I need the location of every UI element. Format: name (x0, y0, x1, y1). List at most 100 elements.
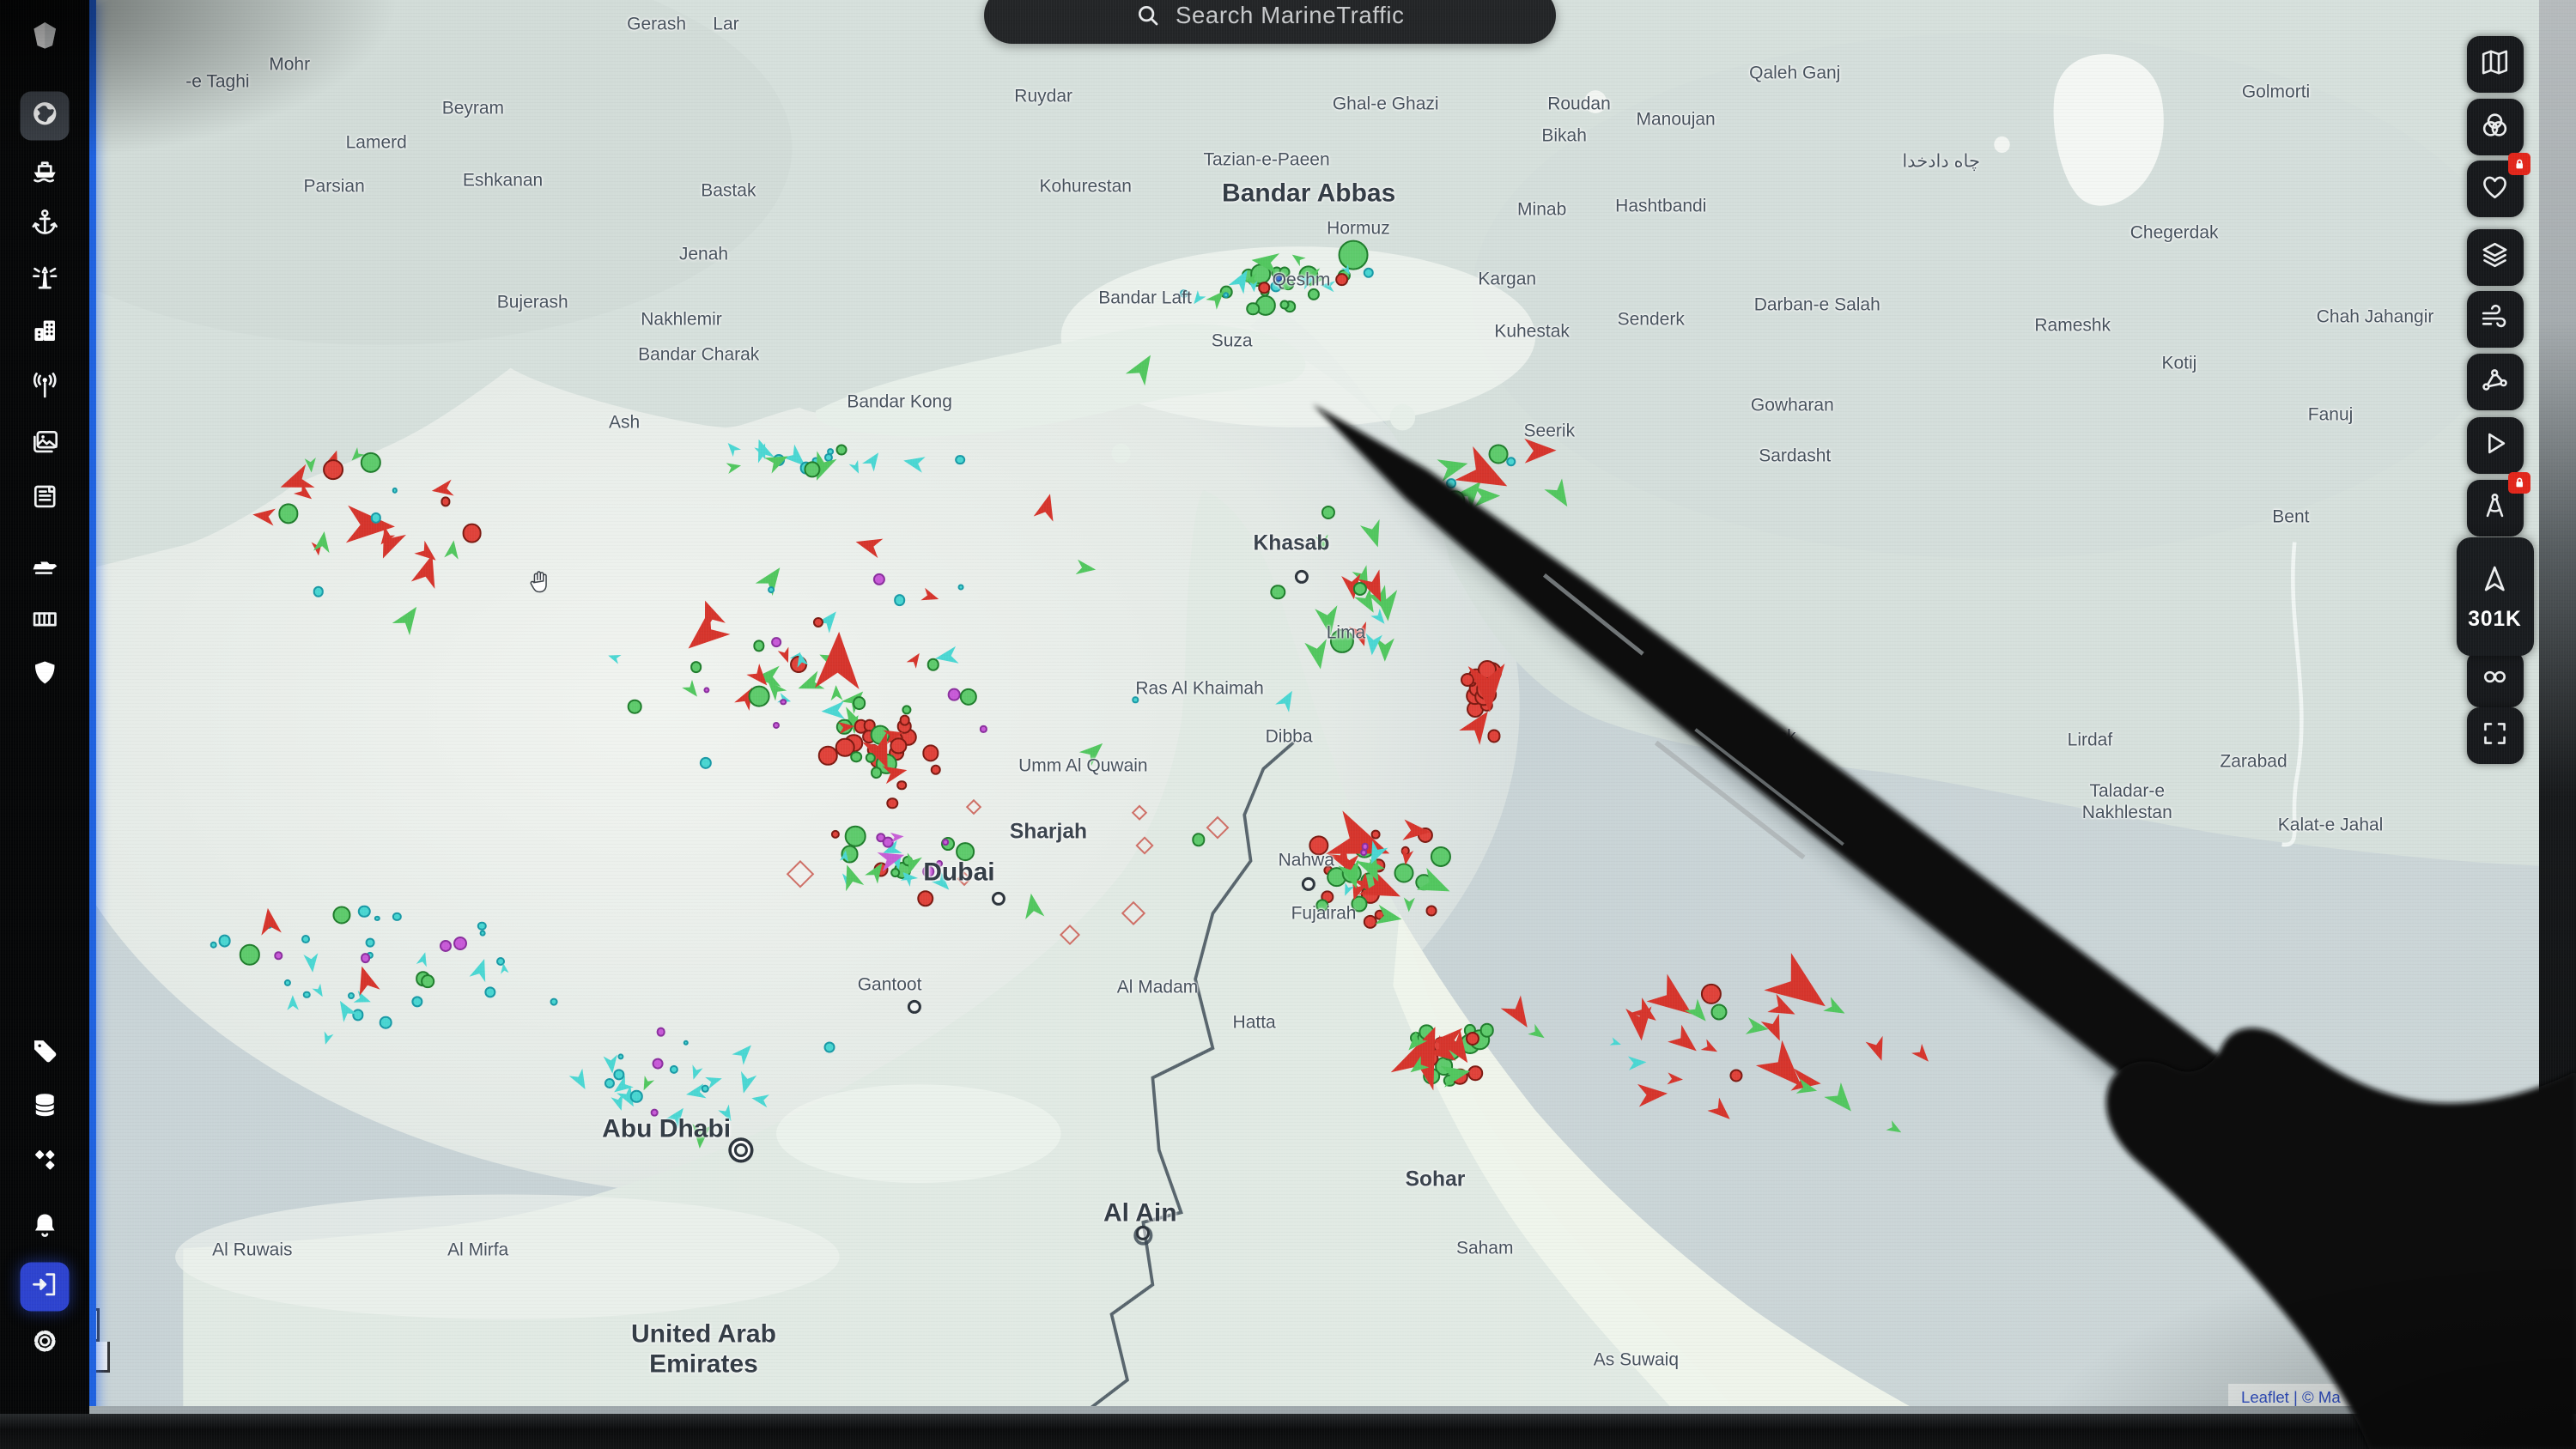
vessel-marker[interactable] (1646, 973, 1704, 1029)
vessel-marker[interactable] (1033, 491, 1061, 522)
vessel-marker[interactable] (358, 906, 370, 918)
vessel-marker[interactable] (936, 860, 943, 867)
sidebar-item-tags[interactable] (20, 1029, 69, 1078)
vessel-marker[interactable] (607, 651, 623, 664)
vessel-marker[interactable] (304, 458, 318, 473)
vessel-marker[interactable] (683, 1040, 689, 1046)
attribution-text[interactable]: Leaflet | © Ma (2241, 1388, 2341, 1407)
vessel-marker[interactable] (1700, 1039, 1720, 1058)
vessel-marker[interactable] (252, 506, 276, 527)
sidebar-item-notifications[interactable] (20, 1203, 69, 1252)
vessel-marker[interactable] (1271, 585, 1285, 599)
vessel-marker[interactable] (484, 986, 495, 997)
vessel-marker[interactable] (1280, 300, 1290, 310)
vessel-marker[interactable] (218, 935, 231, 948)
vessel-marker[interactable] (240, 944, 260, 965)
vessel-marker[interactable] (958, 585, 964, 591)
vessel-marker[interactable] (1330, 629, 1354, 653)
sidebar-item-news[interactable] (20, 474, 69, 523)
vessel-marker[interactable] (1506, 457, 1516, 466)
sidebar-item-data[interactable] (20, 1082, 69, 1131)
vessel-marker[interactable] (1321, 506, 1335, 519)
vessel-marker[interactable] (726, 459, 742, 474)
vessel-marker[interactable] (780, 699, 787, 706)
vessel-marker[interactable] (853, 697, 866, 711)
vessel-marker[interactable] (922, 745, 939, 761)
vessel-marker[interactable] (894, 594, 906, 606)
vessel-marker[interactable] (917, 890, 933, 906)
vessel-marker[interactable] (283, 979, 290, 986)
vessel-marker[interactable] (890, 830, 905, 842)
toolbar-layers-button[interactable] (2467, 229, 2524, 286)
vessel-marker[interactable] (1133, 697, 1139, 703)
toolbar-measure-button[interactable] (2467, 480, 2524, 537)
vessel-marker[interactable] (1060, 925, 1080, 945)
vessel-marker[interactable] (700, 757, 712, 769)
vessel-marker[interactable] (440, 497, 450, 506)
sidebar-item-port-calls[interactable] (20, 543, 69, 591)
vessel-marker[interactable] (1180, 289, 1188, 298)
vessel-marker[interactable] (1289, 250, 1306, 266)
vessel-marker[interactable] (681, 679, 702, 700)
vessel-marker[interactable] (1489, 444, 1509, 464)
vessel-marker[interactable] (374, 916, 380, 921)
vessel-marker[interactable] (890, 738, 907, 755)
sidebar-item-integrations[interactable] (20, 1137, 69, 1186)
vessel-marker[interactable] (1637, 1081, 1668, 1107)
vessel-marker[interactable] (821, 700, 845, 721)
vessel-marker[interactable] (717, 1104, 737, 1125)
vessel-marker[interactable] (1362, 843, 1370, 851)
sidebar-item-ports[interactable] (20, 200, 69, 249)
vessel-marker[interactable] (462, 524, 482, 543)
vessel-marker[interactable] (670, 1065, 678, 1074)
vessel-marker[interactable] (1364, 268, 1374, 278)
vessel-marker[interactable] (829, 685, 843, 701)
vessel-marker[interactable] (813, 617, 823, 627)
vessel-marker[interactable] (1206, 816, 1230, 840)
vessel-marker[interactable] (861, 448, 884, 472)
vessel-marker[interactable] (1303, 639, 1333, 671)
vessel-marker[interactable] (210, 941, 218, 949)
vessel-marker[interactable] (930, 765, 941, 776)
vessel-marker[interactable] (1315, 899, 1328, 912)
vessel-marker[interactable] (628, 700, 642, 714)
vessel-marker[interactable] (1021, 892, 1046, 919)
sidebar-item-settings[interactable] (20, 1319, 69, 1367)
vessel-marker[interactable] (1668, 1024, 1704, 1061)
vessel-marker[interactable] (902, 705, 911, 714)
vessel-marker[interactable] (301, 935, 310, 943)
vessel-marker[interactable] (1309, 835, 1328, 855)
vessel-marker[interactable] (812, 631, 863, 689)
vessel-marker[interactable] (735, 1071, 757, 1096)
vessel-marker[interactable] (1275, 275, 1282, 282)
vessel-marker[interactable] (1371, 830, 1381, 840)
vessel-marker[interactable] (955, 455, 965, 465)
sidebar-item-explore[interactable] (20, 92, 69, 141)
vessel-marker[interactable] (1763, 951, 1840, 1027)
vessel-marker[interactable] (1125, 349, 1161, 386)
vessel-marker[interactable] (1315, 534, 1332, 552)
vessel-marker[interactable] (421, 975, 434, 989)
map-canvas[interactable]: GerashLarMohr-e TaghiLamerdBeyramParsian… (96, 0, 2576, 1449)
vessel-marker[interactable] (1543, 478, 1577, 513)
vessel-marker[interactable] (1466, 1032, 1479, 1046)
vessel-marker[interactable] (354, 990, 374, 1009)
vessel-marker[interactable] (1353, 582, 1367, 596)
vessel-marker[interactable] (1668, 1072, 1684, 1087)
sidebar-item-lights[interactable] (20, 255, 69, 304)
vessel-marker[interactable] (665, 1102, 690, 1128)
sidebar-item-companies[interactable] (20, 309, 69, 358)
vessel-marker[interactable] (1361, 850, 1368, 857)
vessel-marker[interactable] (380, 1016, 392, 1029)
vessel-marker[interactable] (303, 954, 321, 974)
vessel-marker[interactable] (1746, 1017, 1771, 1039)
vessel-marker[interactable] (352, 1009, 363, 1021)
vessel-marker[interactable] (1426, 906, 1437, 917)
vessel-marker[interactable] (836, 861, 864, 891)
vessel-marker[interactable] (416, 951, 431, 967)
toolbar-overlays-button[interactable] (2467, 99, 2524, 155)
vessel-marker[interactable] (896, 780, 907, 791)
vessel-marker[interactable] (849, 460, 865, 476)
vessel-marker[interactable] (1445, 490, 1466, 511)
vessel-marker[interactable] (1628, 1055, 1647, 1071)
